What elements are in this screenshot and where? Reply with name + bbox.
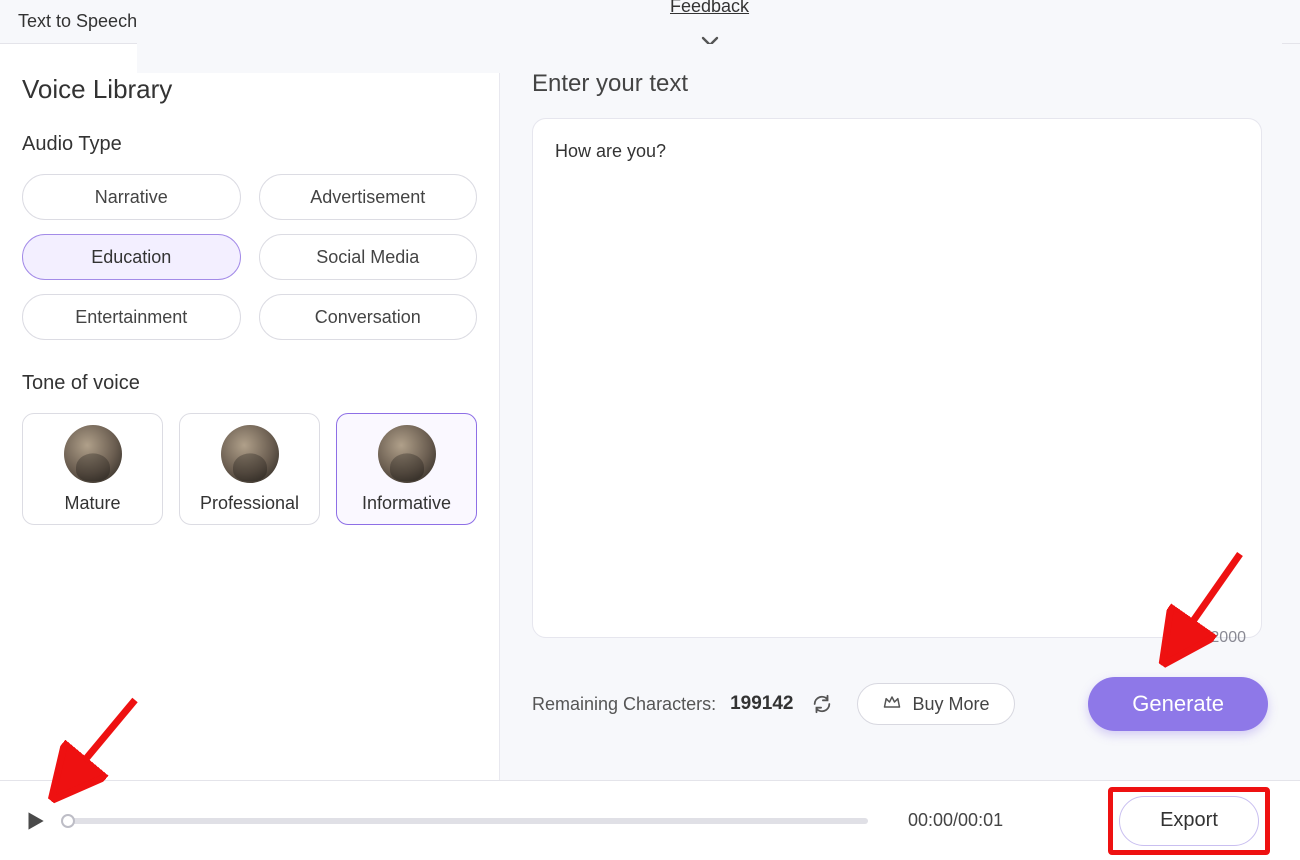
buy-more-button[interactable]: Buy More bbox=[857, 683, 1014, 725]
text-panel: Enter your text 12/2000 Remaining Charac… bbox=[500, 44, 1300, 780]
tone-label: Tone of voice bbox=[22, 372, 477, 395]
audio-type-advertisement[interactable]: Advertisement bbox=[259, 174, 478, 220]
generate-button[interactable]: Generate bbox=[1088, 677, 1268, 731]
char-counter: 12/2000 bbox=[1188, 629, 1246, 647]
export-highlight: Export bbox=[1108, 787, 1270, 855]
avatar bbox=[378, 425, 436, 483]
enter-text-label: Enter your text bbox=[532, 70, 1268, 98]
text-input[interactable] bbox=[532, 118, 1262, 638]
audio-type-narrative[interactable]: Narrative bbox=[22, 174, 241, 220]
audio-type-label: Audio Type bbox=[22, 133, 477, 156]
audio-type-social-media[interactable]: Social Media bbox=[259, 234, 478, 280]
main-area: Voice Library Audio Type Narrative Advert… bbox=[0, 44, 1300, 780]
tone-label: Informative bbox=[362, 493, 451, 514]
audio-type-conversation[interactable]: Conversation bbox=[259, 294, 478, 340]
remaining-label: Remaining Characters: bbox=[532, 694, 716, 715]
tone-label: Professional bbox=[200, 493, 299, 514]
voice-library-panel: Voice Library Audio Type Narrative Advert… bbox=[0, 44, 500, 780]
app-header: Text to Speech Feedback bbox=[0, 0, 1300, 44]
avatar bbox=[64, 425, 122, 483]
buy-more-label: Buy More bbox=[912, 694, 989, 715]
tone-informative[interactable]: Informative bbox=[336, 413, 477, 525]
tone-row: Mature Professional Informative bbox=[22, 413, 477, 525]
seek-track[interactable] bbox=[68, 818, 868, 824]
app-title: Text to Speech bbox=[18, 11, 137, 32]
export-button[interactable]: Export bbox=[1119, 796, 1259, 846]
crown-icon bbox=[882, 692, 902, 717]
audio-type-education[interactable]: Education bbox=[22, 234, 241, 280]
tone-label: Mature bbox=[64, 493, 120, 514]
voice-library-title: Voice Library bbox=[22, 74, 477, 105]
audio-type-grid: Narrative Advertisement Education Social Me… bbox=[22, 174, 477, 340]
seek-thumb[interactable] bbox=[61, 814, 75, 828]
avatar bbox=[221, 425, 279, 483]
audio-type-entertainment[interactable]: Entertainment bbox=[22, 294, 241, 340]
tone-professional[interactable]: Professional bbox=[179, 413, 320, 525]
player-bar: 00:00/00:01 Export bbox=[0, 780, 1300, 860]
time-display: 00:00/00:01 bbox=[908, 810, 1003, 831]
play-icon[interactable] bbox=[22, 808, 48, 834]
refresh-icon[interactable] bbox=[811, 693, 833, 715]
remaining-value: 199142 bbox=[730, 693, 793, 715]
feedback-link[interactable]: Feedback bbox=[670, 0, 749, 17]
tone-mature[interactable]: Mature bbox=[22, 413, 163, 525]
